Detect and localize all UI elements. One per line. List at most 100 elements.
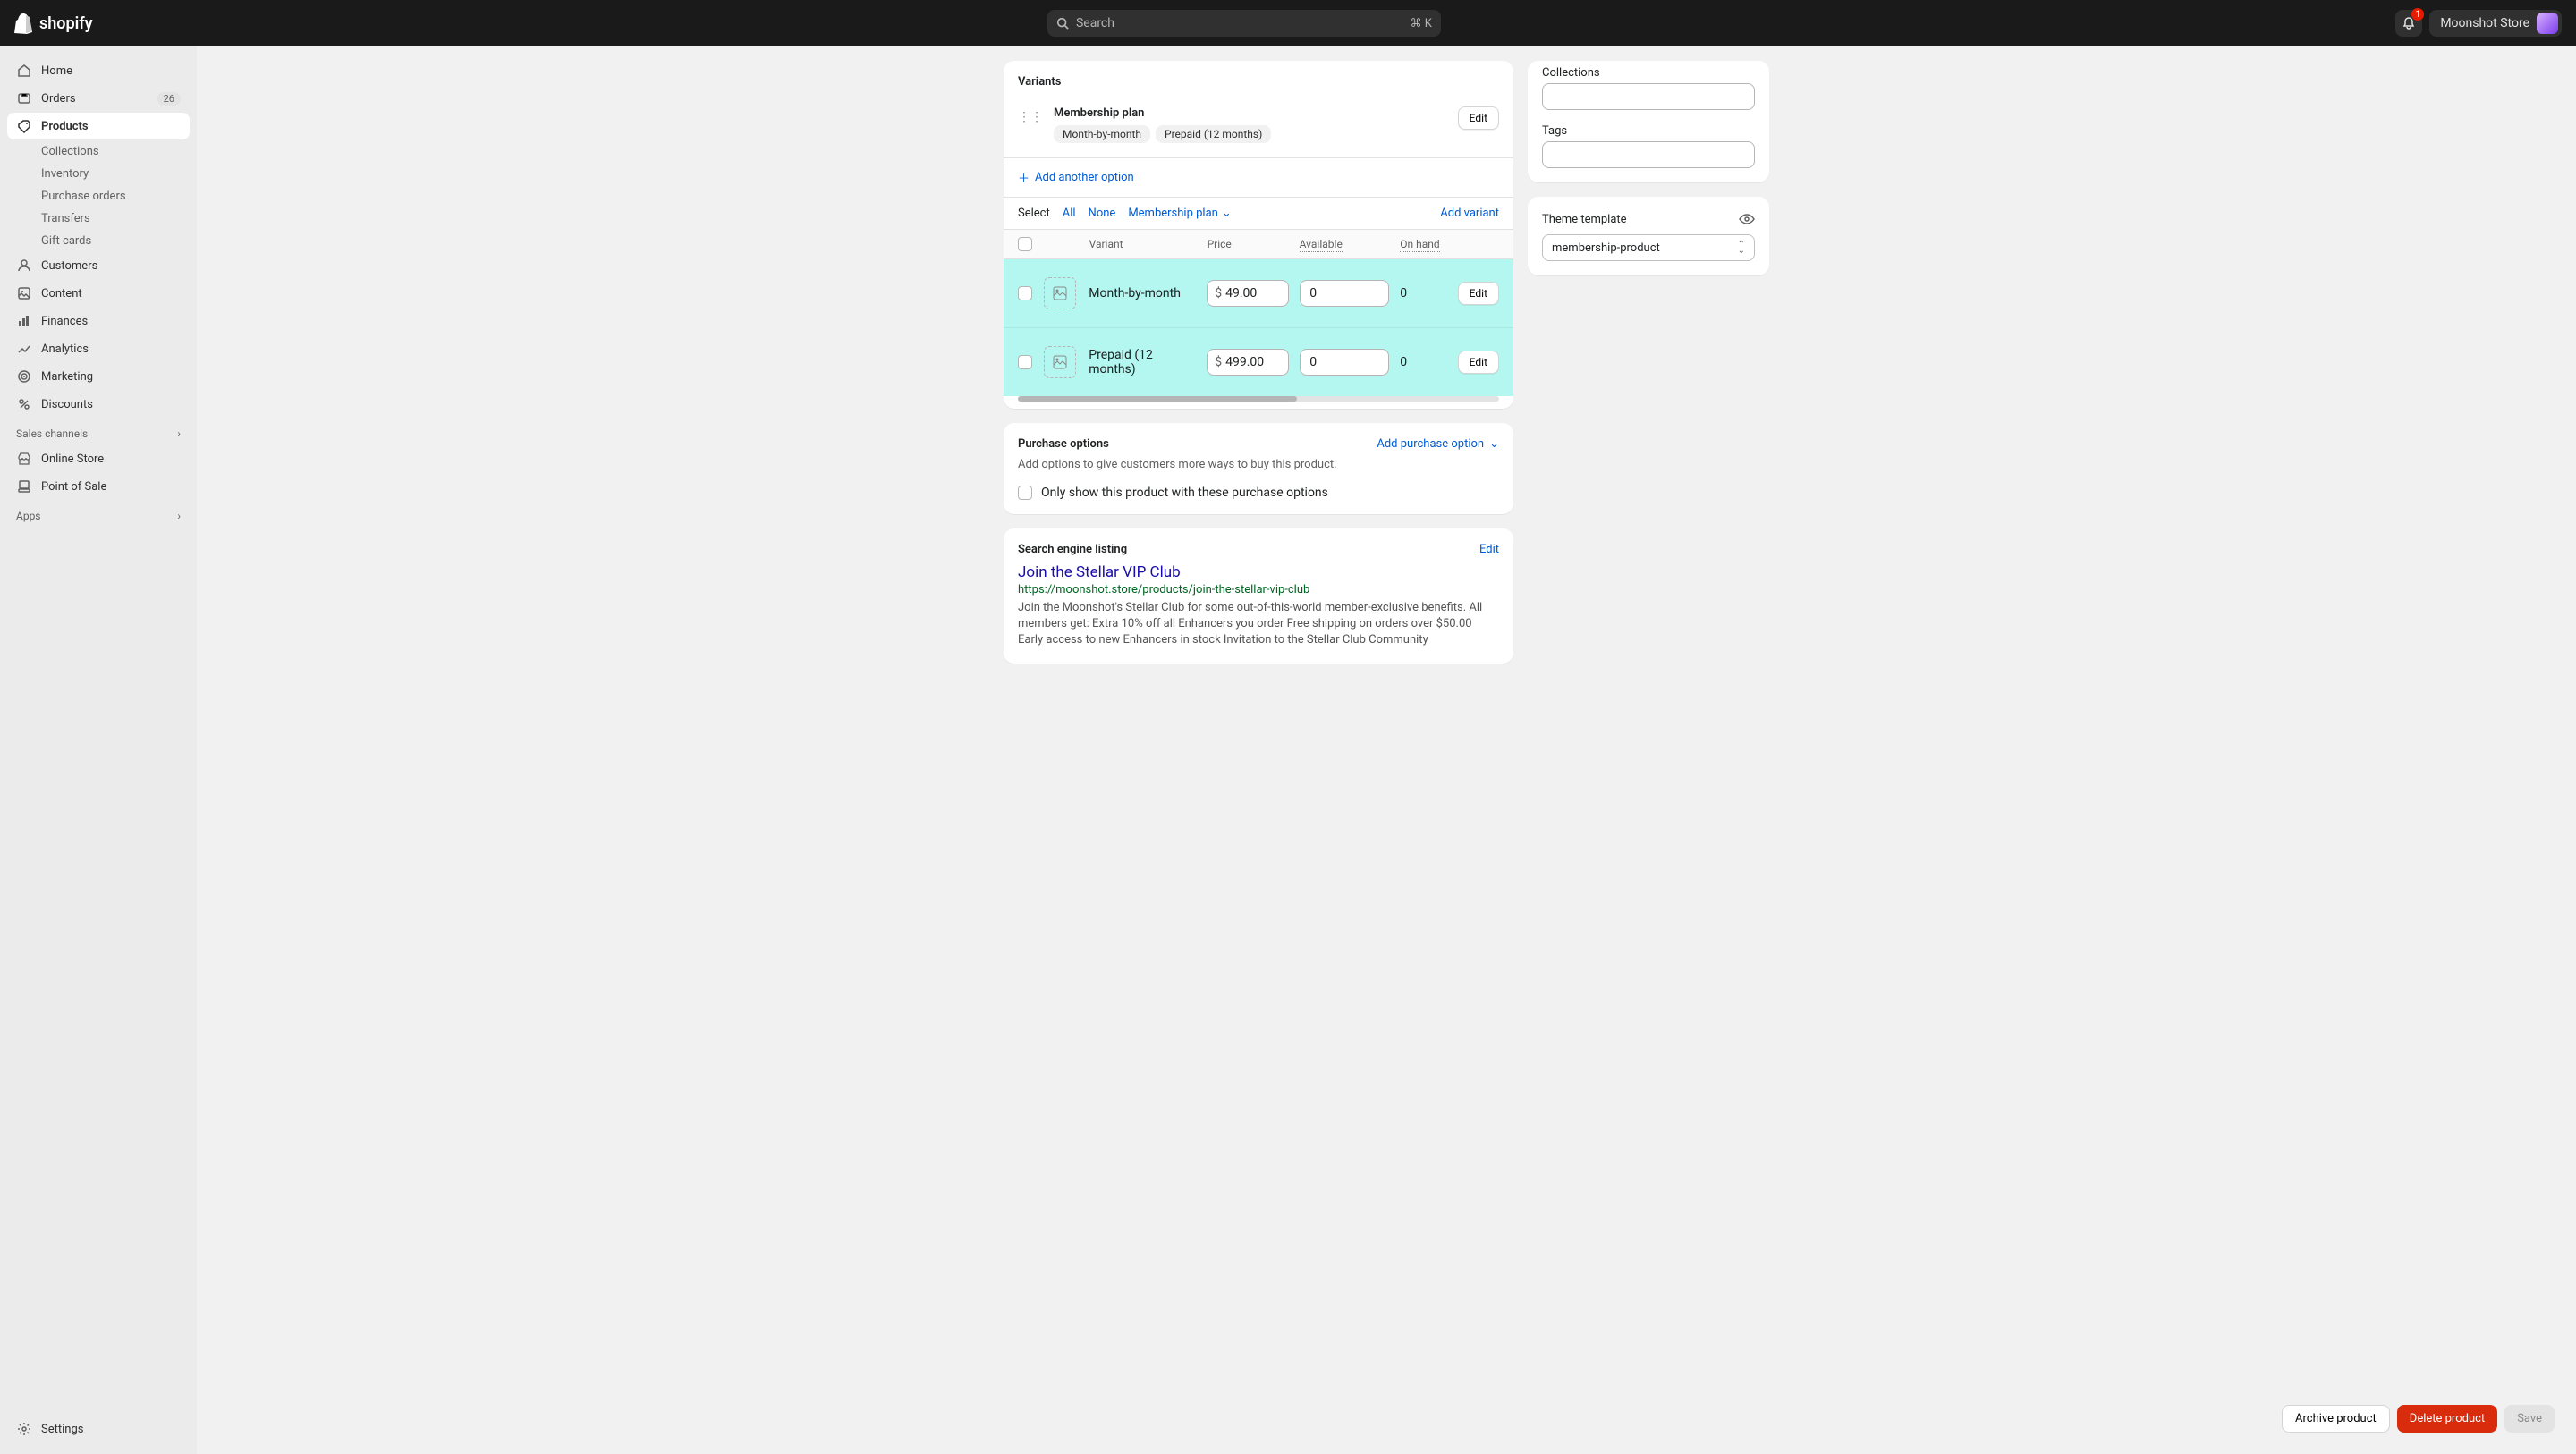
plus-icon: ＋ [1018,169,1030,186]
col-on-hand[interactable]: On hand [1400,238,1439,252]
variant-name[interactable]: Prepaid (12 months) [1089,348,1196,376]
store-icon [16,451,32,467]
only-show-label: Only show this product with these purcha… [1041,486,1328,500]
tags-input[interactable] [1542,141,1755,168]
nav-analytics[interactable]: Analytics [7,335,190,362]
variant-name[interactable]: Month-by-month [1089,286,1196,300]
only-show-checkbox[interactable] [1018,486,1032,500]
seo-url: https://moonshot.store/products/join-the… [1018,583,1499,596]
price-input[interactable]: $499.00 [1207,349,1289,376]
preview-icon[interactable] [1739,211,1755,227]
col-available[interactable]: Available [1300,238,1343,252]
nav-apps-header[interactable]: Apps › [7,501,190,528]
add-purchase-option-button[interactable]: Add purchase option ⌄ [1377,437,1499,451]
option-name: Membership plan [1054,106,1447,120]
orders-icon [16,90,32,106]
nav-orders[interactable]: Orders 26 [7,85,190,112]
nav-online-store[interactable]: Online Store [7,445,190,472]
nav-content[interactable]: Content [7,280,190,307]
nav-home[interactable]: Home [7,57,190,84]
chevron-down-icon: ⌄ [1222,207,1232,220]
seo-title: Join the Stellar VIP Club [1018,563,1499,581]
main-content: Variants ⋮⋮ Membership plan Month-by-mon… [197,46,2576,678]
purchase-options-title: Purchase options [1018,437,1109,451]
purchase-options-description: Add options to give customers more ways … [1018,458,1499,471]
image-icon [1053,355,1067,369]
nav-collections[interactable]: Collections [7,140,190,163]
option-value-pill: Month-by-month [1054,125,1150,143]
col-price: Price [1208,238,1289,250]
variant-table-header: Variant Price Available On hand [1004,229,1513,259]
customers-icon [16,258,32,274]
edit-variant-button[interactable]: Edit [1458,282,1499,305]
horizontal-scrollbar[interactable] [1018,396,1499,402]
collections-label: Collections [1542,66,1755,80]
variant-checkbox[interactable] [1018,286,1032,300]
avatar [2537,13,2558,34]
footer-actions: Archive product Delete product Save [2282,1405,2555,1433]
nav-customers[interactable]: Customers [7,252,190,279]
archive-product-button[interactable]: Archive product [2282,1405,2390,1433]
theme-template-label: Theme template [1542,213,1627,226]
nav-point-of-sale[interactable]: Point of Sale [7,473,190,500]
notifications-button[interactable]: 1 [2395,10,2422,37]
seo-card: Search engine listing Edit Join the Stel… [1004,528,1513,664]
add-variant-link[interactable]: Add variant [1440,207,1499,220]
seo-edit-link[interactable]: Edit [1479,543,1499,556]
edit-variant-button[interactable]: Edit [1458,351,1499,374]
drag-handle-icon[interactable]: ⋮⋮ [1018,106,1043,124]
search-placeholder: Search [1076,16,1411,30]
notification-badge: 1 [2411,8,2424,21]
products-icon [16,118,32,134]
on-hand-value: 0 [1400,355,1407,369]
available-input[interactable]: 0 [1300,349,1389,376]
search-shortcut: ⌘ K [1411,17,1432,30]
nav-transfers[interactable]: Transfers [7,207,190,230]
variants-title: Variants [1018,75,1499,89]
filter-membership-plan[interactable]: Membership plan ⌄ [1128,207,1231,220]
search-icon [1056,17,1069,30]
chevron-right-icon: › [177,427,181,440]
col-variant: Variant [1089,238,1197,250]
image-icon [1053,286,1067,300]
nav-gift-cards[interactable]: Gift cards [7,230,190,252]
variant-checkbox[interactable] [1018,355,1032,369]
content-icon [16,285,32,301]
nav-marketing[interactable]: Marketing [7,363,190,390]
analytics-icon [16,341,32,357]
shopify-logo[interactable]: shopify [14,13,93,34]
nav-discounts[interactable]: Discounts [7,391,190,418]
sidebar: Home Orders 26 Products Collections Inve… [0,46,197,1454]
gear-icon [16,1421,32,1437]
edit-option-button[interactable]: Edit [1458,106,1499,130]
price-input[interactable]: $49.00 [1207,280,1289,307]
store-menu-button[interactable]: Moonshot Store [2429,10,2562,37]
nav-inventory[interactable]: Inventory [7,163,190,185]
chevron-right-icon: › [177,510,181,522]
chevron-down-icon: ⌄ [1489,437,1499,451]
save-button: Save [2504,1405,2555,1433]
variant-rows-highlighted: Month-by-month $49.00 0 0 Edit Prepaid (… [1004,259,1513,396]
select-none-link[interactable]: None [1089,207,1116,220]
discounts-icon [16,396,32,412]
variant-image-placeholder[interactable] [1044,277,1076,309]
add-option-button[interactable]: ＋ Add another option [1018,169,1499,186]
nav-settings[interactable]: Settings [7,1416,190,1442]
nav-purchase-orders[interactable]: Purchase orders [7,185,190,207]
nav-products[interactable]: Products [7,113,190,139]
variant-image-placeholder[interactable] [1044,346,1076,378]
home-icon [16,63,32,79]
theme-template-select[interactable]: membership-product ⌃⌄ [1542,234,1755,261]
available-input[interactable]: 0 [1300,280,1389,307]
search-bar[interactable]: Search ⌘ K [1047,10,1441,37]
select-all-link[interactable]: All [1063,207,1076,220]
store-name: Moonshot Store [2440,16,2529,30]
finances-icon [16,313,32,329]
select-label: Select [1018,207,1050,220]
delete-product-button[interactable]: Delete product [2397,1405,2497,1433]
nav-sales-channels-header[interactable]: Sales channels › [7,418,190,445]
select-all-checkbox[interactable] [1018,237,1032,251]
collections-input[interactable] [1542,83,1755,110]
nav-finances[interactable]: Finances [7,308,190,334]
purchase-options-card: Purchase options Add purchase option ⌄ A… [1004,423,1513,514]
